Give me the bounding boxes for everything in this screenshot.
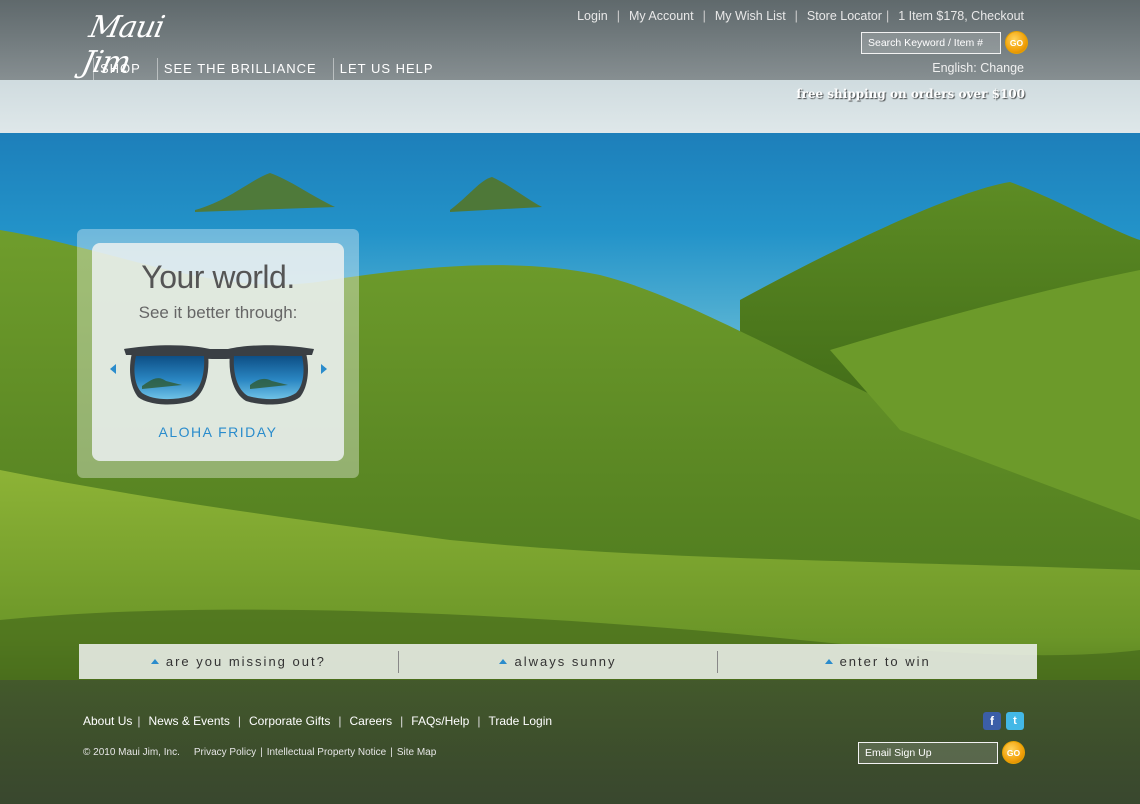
tab-always-sunny[interactable]: always sunny xyxy=(399,644,718,679)
utility-nav: Login | My Account | My Wish List | Stor… xyxy=(577,9,1024,23)
tab-arrow-icon xyxy=(824,659,833,664)
facebook-icon[interactable]: f xyxy=(983,712,1001,730)
separator: | xyxy=(260,747,263,758)
my-account-link[interactable]: My Account xyxy=(629,9,694,23)
separator: | xyxy=(390,747,393,758)
separator: | xyxy=(477,714,481,728)
promo-headline: Your world. xyxy=(141,259,295,295)
search-go-button[interactable]: GO xyxy=(1005,31,1028,54)
separator: | xyxy=(400,714,404,728)
footer-link-trade-login[interactable]: Trade Login xyxy=(488,714,552,728)
ip-notice-link[interactable]: Intellectual Property Notice xyxy=(267,747,387,758)
promo-subheadline: See it better through: xyxy=(138,303,298,322)
tab-enter-to-win[interactable]: enter to win xyxy=(718,644,1037,679)
footer-link-corporate-gifts[interactable]: Corporate Gifts xyxy=(249,714,330,728)
footer-legal: © 2010 Maui Jim, Inc. Privacy Policy | I… xyxy=(83,747,436,758)
nav-shop[interactable]: SHOP xyxy=(93,58,157,80)
separator: | xyxy=(616,9,620,23)
tab-label: always sunny xyxy=(514,654,617,669)
privacy-policy-link[interactable]: Privacy Policy xyxy=(194,747,256,758)
footer-link-about-us[interactable]: About Us xyxy=(83,714,132,728)
email-signup-input[interactable] xyxy=(858,742,998,764)
copyright-text: © 2010 Maui Jim, Inc. xyxy=(83,747,180,758)
email-signup-go-button[interactable]: GO xyxy=(1002,741,1025,764)
separator: | xyxy=(885,9,890,23)
nav-see-the-brilliance[interactable]: SEE THE BRILLIANCE xyxy=(156,58,333,80)
prev-arrow-icon[interactable] xyxy=(110,364,116,374)
feature-tab-bar: are you missing out? always sunny enter … xyxy=(79,644,1037,679)
separator: | xyxy=(702,9,706,23)
cart-checkout-link[interactable]: 1 Item $178, Checkout xyxy=(898,9,1024,23)
footer-link-faqs-help[interactable]: FAQs/Help xyxy=(411,714,469,728)
wish-list-link[interactable]: My Wish List xyxy=(715,9,786,23)
search-input[interactable] xyxy=(861,32,1001,54)
separator: | xyxy=(794,9,798,23)
tab-arrow-icon xyxy=(150,659,159,664)
login-link[interactable]: Login xyxy=(577,9,608,23)
separator: | xyxy=(237,714,241,728)
language-selector[interactable]: English: Change xyxy=(932,61,1024,75)
tab-label: are you missing out? xyxy=(165,654,326,669)
separator: | xyxy=(137,714,141,728)
tab-arrow-icon xyxy=(499,659,508,664)
free-shipping-banner: free shipping on orders over $100 xyxy=(796,87,1025,101)
site-map-link[interactable]: Site Map xyxy=(397,747,436,758)
footer-nav: About Us | News & Events | Corporate Gif… xyxy=(83,714,552,728)
store-locator-link[interactable]: Store Locator xyxy=(807,9,882,23)
footer-link-news-events[interactable]: News & Events xyxy=(148,714,229,728)
nav-let-us-help[interactable]: LET US HELP xyxy=(332,58,450,80)
tab-are-you-missing-out[interactable]: are you missing out? xyxy=(79,644,398,679)
promo-product-name[interactable]: ALOHA FRIDAY xyxy=(92,424,344,440)
twitter-icon[interactable]: t xyxy=(1006,712,1024,730)
separator: | xyxy=(338,714,342,728)
tab-label: enter to win xyxy=(839,654,931,669)
sunglasses-image[interactable] xyxy=(122,341,316,409)
main-nav: SHOP SEE THE BRILLIANCE LET US HELP xyxy=(93,58,450,80)
next-arrow-icon[interactable] xyxy=(321,364,327,374)
promo-card: Your world. See it better through: ALOHA… xyxy=(92,243,344,461)
maui-jim-logo[interactable]: Maui Jim xyxy=(79,6,186,80)
footer-link-careers[interactable]: Careers xyxy=(349,714,392,728)
